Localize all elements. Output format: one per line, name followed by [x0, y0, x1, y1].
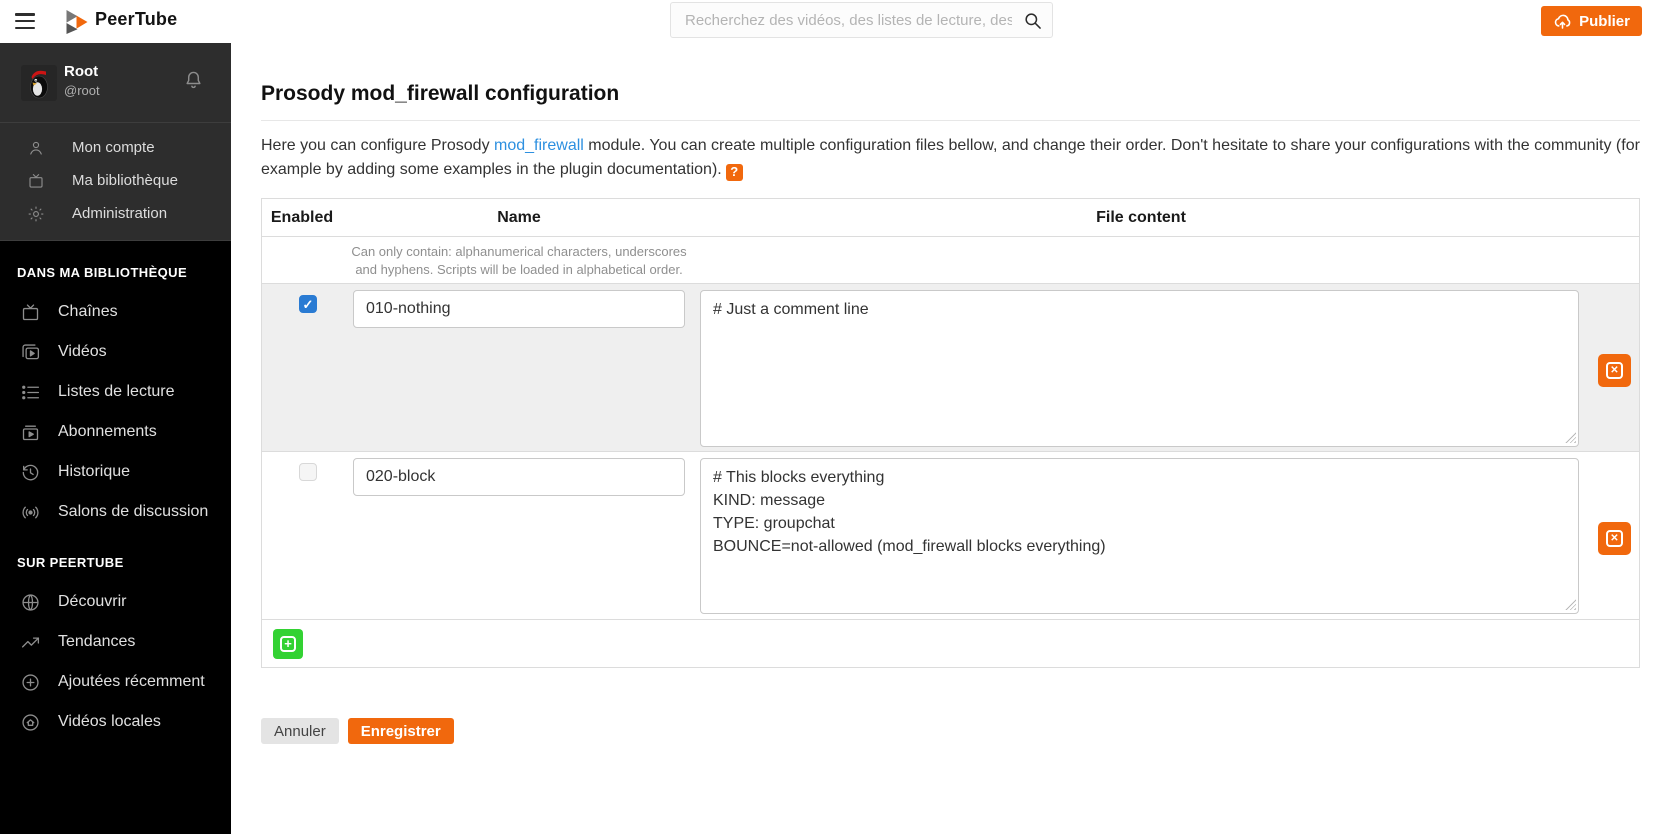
search-icon[interactable]	[1023, 11, 1043, 36]
trending-icon	[19, 632, 41, 653]
delete-row-button[interactable]	[1598, 522, 1631, 555]
column-header-file-content: File content	[696, 209, 1586, 227]
sidebar-item-history[interactable]: Historique	[0, 452, 231, 492]
cancel-button[interactable]: Annuler	[261, 718, 339, 744]
sidebar-item-label: Administration	[72, 205, 167, 222]
file-content-textarea[interactable]: # Just a comment line	[700, 290, 1579, 447]
sidebar-item-label: Listes de lecture	[58, 383, 175, 401]
notifications-bell-icon[interactable]	[182, 69, 205, 95]
search-bar	[670, 2, 1053, 38]
publish-button-label: Publier	[1579, 13, 1630, 30]
person-icon	[25, 139, 47, 157]
sidebar-item-administration[interactable]: Administration	[0, 197, 231, 230]
name-input[interactable]	[353, 290, 685, 328]
enabled-checkbox[interactable]	[299, 463, 317, 481]
upload-cloud-icon	[1553, 12, 1572, 31]
sidebar-item-label: Ajoutées récemment	[58, 673, 205, 691]
config-table: Enabled Name File content Can only conta…	[261, 198, 1640, 668]
sidebar-item-videos[interactable]: Vidéos	[0, 332, 231, 372]
sidebar-item-label: Ma bibliothèque	[72, 172, 178, 189]
sidebar-item-label: Chaînes	[58, 303, 118, 321]
gear-icon	[25, 205, 47, 223]
sidebar-item-channels[interactable]: Chaînes	[0, 292, 231, 332]
sidebar-item-library[interactable]: Ma bibliothèque	[0, 164, 231, 197]
video-icon	[19, 342, 41, 363]
column-header-enabled: Enabled	[262, 209, 342, 227]
sidebar-section-title: SUR PEERTUBE	[17, 555, 231, 570]
sidebar-item-label: Abonnements	[58, 423, 157, 441]
sidebar-item-label: Salons de discussion	[58, 503, 208, 521]
name-hint-text: Can only contain: alphanumerical charact…	[342, 237, 696, 283]
enabled-checkbox[interactable]	[299, 295, 317, 313]
history-icon	[19, 462, 41, 483]
page-description: Here you can configure Prosody mod_firew…	[261, 134, 1640, 182]
tv-icon	[25, 172, 47, 190]
sidebar-item-label: Historique	[58, 463, 130, 481]
sidebar-item-account[interactable]: Mon compte	[0, 131, 231, 164]
title-divider	[261, 120, 1640, 121]
sidebar-item-label: Tendances	[58, 633, 135, 651]
table-header-row: Enabled Name File content	[262, 199, 1639, 237]
search-input[interactable]	[671, 3, 1052, 37]
sidebar-item-recently-added[interactable]: Ajoutées récemment	[0, 662, 231, 702]
globe-icon	[19, 592, 41, 613]
name-input[interactable]	[353, 458, 685, 496]
publish-button[interactable]: Publier	[1541, 6, 1642, 36]
home-icon	[19, 712, 41, 733]
menu-toggle-button[interactable]	[15, 13, 35, 29]
sidebar-item-label: Vidéos	[58, 343, 107, 361]
sidebar-item-playlists[interactable]: Listes de lecture	[0, 372, 231, 412]
add-row	[262, 620, 1639, 667]
peertube-logo-icon[interactable]	[66, 10, 88, 39]
sidebar-item-subscriptions[interactable]: Abonnements	[0, 412, 231, 452]
sidebar-section-title: DANS MA BIBLIOTHÈQUE	[17, 265, 231, 280]
sidebar-item-trending[interactable]: Tendances	[0, 622, 231, 662]
plus-icon	[280, 636, 296, 652]
subscriptions-icon	[19, 422, 41, 443]
brand-title[interactable]: PeerTube	[95, 9, 177, 30]
avatar[interactable]	[21, 65, 57, 101]
description-text: Here you can configure Prosody	[261, 137, 494, 154]
sidebar-item-local-videos[interactable]: Vidéos locales	[0, 702, 231, 742]
help-icon[interactable]: ?	[726, 164, 743, 181]
sidebar-item-label: Mon compte	[72, 139, 155, 156]
user-handle: @root	[64, 83, 100, 98]
mod-firewall-link[interactable]: mod_firewall	[494, 137, 584, 154]
broadcast-icon	[19, 502, 41, 523]
page-title: Prosody mod_firewall configuration	[261, 82, 1640, 106]
form-actions: Annuler Enregistrer	[261, 718, 1640, 744]
close-icon	[1606, 530, 1623, 547]
topbar: PeerTube Publier	[0, 0, 1663, 43]
playlist-icon	[19, 382, 41, 403]
table-row: # Just a comment line	[262, 284, 1639, 452]
sidebar-item-label: Vidéos locales	[58, 713, 161, 731]
user-block: Root @root	[0, 43, 231, 123]
name-hint-row: Can only contain: alphanumerical charact…	[262, 237, 1639, 284]
save-button[interactable]: Enregistrer	[348, 718, 454, 744]
close-icon	[1606, 362, 1623, 379]
add-file-button[interactable]	[273, 629, 303, 659]
circle-plus-icon	[19, 672, 41, 693]
sidebar: Root @root Mon compte Ma bibliothèq	[0, 43, 231, 834]
table-row: # This blocks everything KIND: message T…	[262, 452, 1639, 620]
sidebar-item-label: Découvrir	[58, 593, 126, 611]
tv-icon	[19, 302, 41, 323]
user-name[interactable]: Root	[64, 63, 98, 80]
column-header-name: Name	[342, 209, 696, 227]
file-content-textarea[interactable]: # This blocks everything KIND: message T…	[700, 458, 1579, 614]
sidebar-item-discover[interactable]: Découvrir	[0, 582, 231, 622]
delete-row-button[interactable]	[1598, 354, 1631, 387]
main-content: Prosody mod_firewall configuration Here …	[231, 43, 1663, 834]
sidebar-item-chat-rooms[interactable]: Salons de discussion	[0, 492, 231, 532]
